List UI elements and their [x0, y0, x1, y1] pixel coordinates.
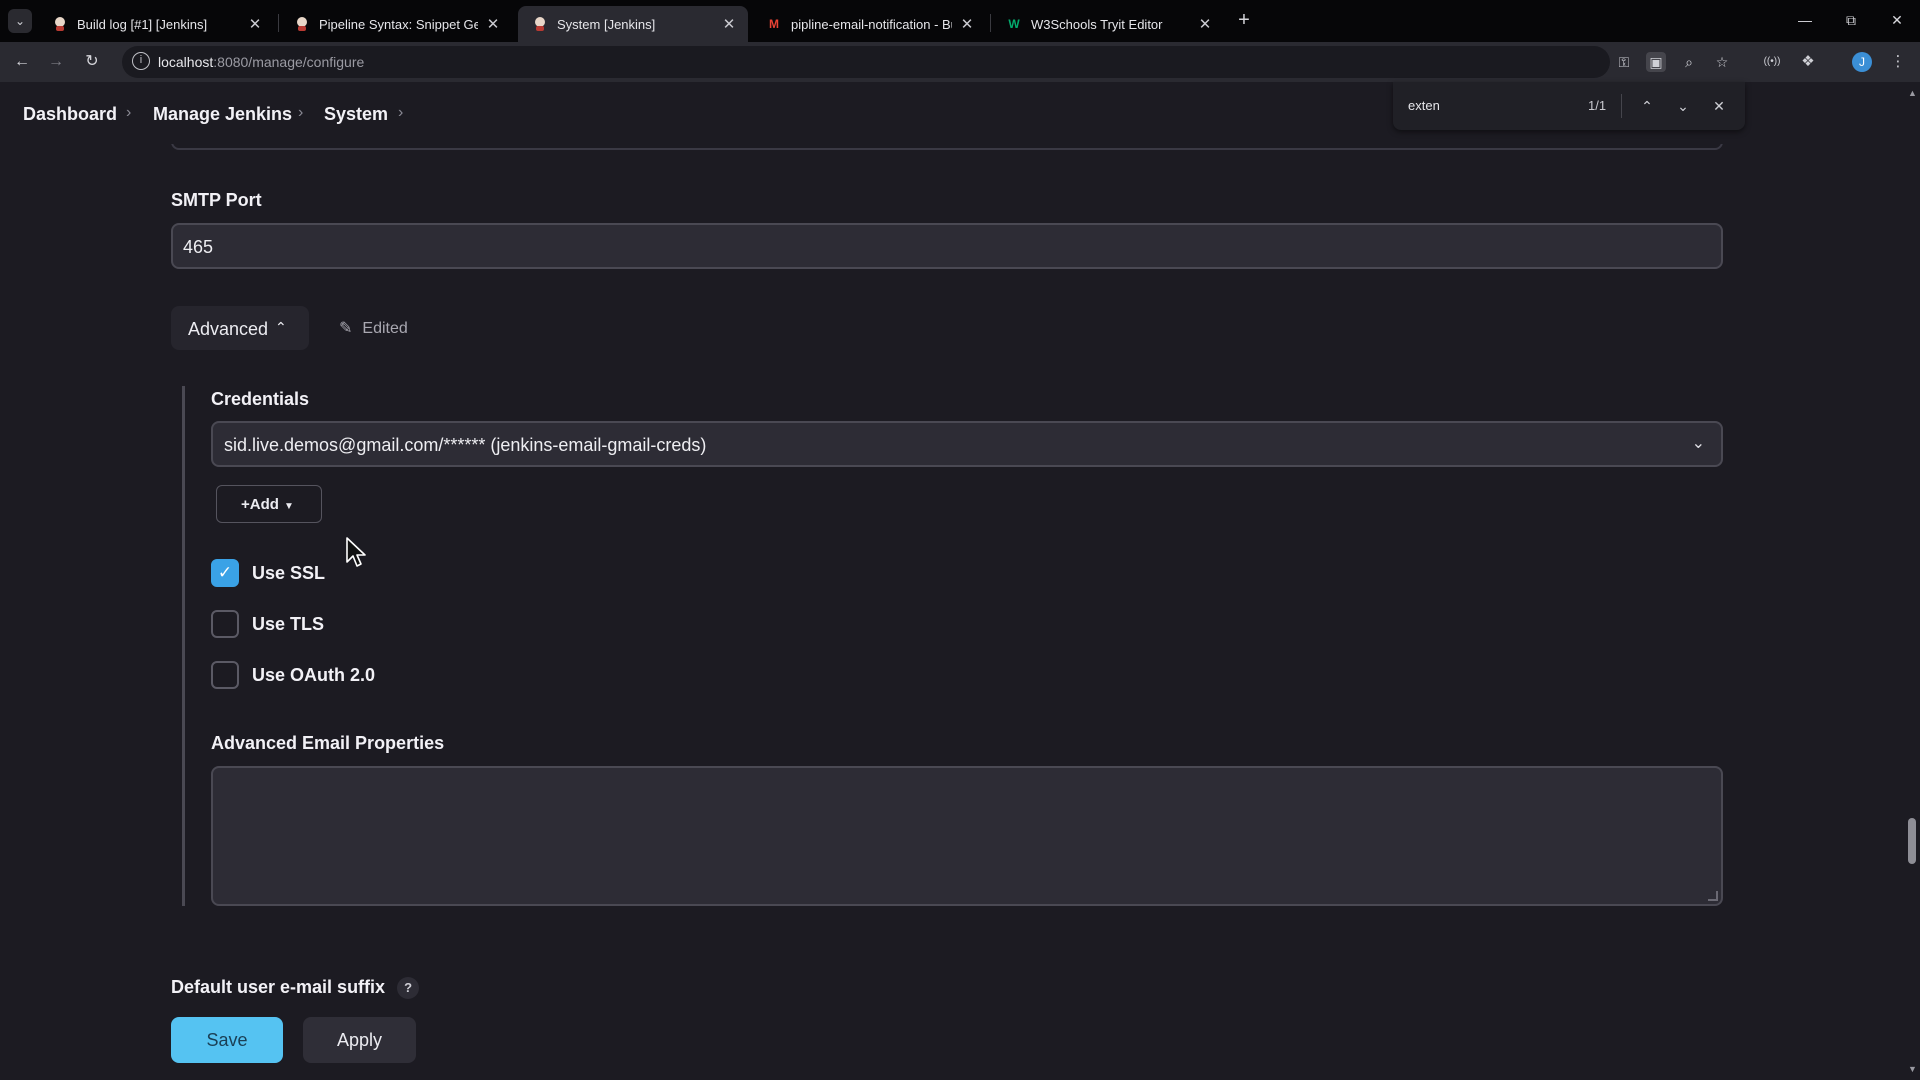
password-key-icon[interactable]: ⚿ — [1614, 52, 1634, 72]
resize-grip-icon[interactable] — [1708, 891, 1718, 901]
site-info-icon[interactable]: i — [132, 52, 150, 70]
smtp-port-label: SMTP Port — [171, 190, 262, 210]
breadcrumb-manage-jenkins[interactable]: Manage Jenkins — [153, 104, 292, 125]
chevron-down-icon: ⌄ — [1691, 435, 1705, 452]
close-icon[interactable]: ✕ — [1196, 15, 1214, 33]
back-arrow-icon[interactable]: ← — [10, 50, 34, 74]
translate-page-icon[interactable]: ▣ — [1646, 52, 1666, 72]
zoom-icon[interactable]: ⌕ — [1679, 52, 1699, 72]
find-input[interactable]: exten — [1408, 98, 1440, 113]
use-tls-label[interactable]: Use TLS — [252, 614, 324, 635]
address-bar[interactable]: i localhost:8080/manage/configure ⚿ ▣ ⌕ … — [122, 46, 1728, 78]
find-in-page-bar: exten 1/1 ⌃ ⌄ ✕ — [1393, 82, 1745, 130]
breadcrumb-system[interactable]: System — [324, 104, 388, 125]
profile-avatar[interactable]: J — [1852, 52, 1872, 72]
credentials-select[interactable]: sid.live.demos@gmail.com/****** (jenkins… — [211, 421, 1723, 467]
advanced-email-properties-textarea[interactable] — [211, 766, 1723, 906]
tab-divider — [278, 14, 279, 32]
smtp-port-input[interactable]: 465 — [171, 223, 1723, 269]
browser-tab-system[interactable]: System [Jenkins] ✕ — [518, 6, 748, 42]
find-divider — [1621, 94, 1622, 118]
extensions-puzzle-icon[interactable]: ❖ — [1796, 50, 1820, 74]
jenkins-icon — [52, 16, 68, 32]
close-icon[interactable]: ✕ — [720, 15, 738, 33]
browser-tab-w3schools[interactable]: W W3Schools Tryit Editor ✕ — [992, 6, 1224, 42]
close-icon[interactable]: ✕ — [484, 15, 502, 33]
scroll-up-arrow-icon[interactable]: ▲ — [1908, 88, 1917, 98]
advanced-section-rule — [182, 386, 185, 906]
tab-divider — [990, 14, 991, 32]
use-ssl-checkbox[interactable]: ✓ — [211, 559, 239, 587]
find-next-icon[interactable]: ⌄ — [1671, 94, 1695, 118]
browser-tab-gmail[interactable]: M pipline-email-notification - Buil ✕ — [752, 6, 986, 42]
pencil-icon: ✎ — [339, 320, 353, 337]
browser-menu-icon[interactable]: ⋮ — [1886, 50, 1910, 74]
tab-search-chevron-icon[interactable]: ⌄ — [8, 9, 32, 33]
breadcrumb-dashboard[interactable]: Dashboard — [23, 104, 117, 125]
close-icon[interactable]: ✕ — [246, 15, 264, 33]
find-close-icon[interactable]: ✕ — [1707, 94, 1731, 118]
mouse-cursor-icon — [346, 537, 366, 567]
edited-indicator: ✎ Edited — [339, 320, 408, 337]
breadcrumb-chevron-icon: › — [298, 104, 304, 121]
advanced-toggle-button[interactable]: Advanced ⌃ — [171, 306, 309, 350]
tab-title: pipline-email-notification - Buil — [791, 16, 952, 32]
browser-tab-build-log[interactable]: Build log [#1] [Jenkins] ✕ — [38, 6, 274, 42]
smtp-port-value: 465 — [183, 237, 214, 257]
credentials-value: sid.live.demos@gmail.com/****** (jenkins… — [224, 435, 707, 455]
tab-title: Build log [#1] [Jenkins] — [77, 16, 208, 32]
advanced-email-properties-label: Advanced Email Properties — [211, 733, 445, 753]
tab-title: System [Jenkins] — [557, 16, 656, 32]
forward-arrow-icon[interactable]: → — [44, 50, 68, 74]
gmail-icon: M — [769, 17, 779, 31]
browser-toolbar: ← → ↻ i localhost:8080/manage/configure … — [0, 42, 1920, 82]
apply-button[interactable]: Apply — [303, 1017, 416, 1063]
scrollbar-thumb[interactable] — [1908, 818, 1916, 864]
save-button[interactable]: Save — [171, 1017, 283, 1063]
bookmark-star-icon[interactable]: ☆ — [1712, 52, 1732, 72]
browser-tab-pipeline-syntax[interactable]: Pipeline Syntax: Snippet Genera ✕ — [280, 6, 512, 42]
tab-title: Pipeline Syntax: Snippet Genera — [319, 16, 478, 32]
minimize-icon[interactable]: — — [1788, 8, 1822, 32]
browser-tab-strip: ⌄ Build log [#1] [Jenkins] ✕ Pipeline Sy… — [0, 0, 1920, 42]
use-tls-checkbox[interactable] — [211, 610, 239, 638]
add-credentials-button[interactable]: +Add ▼ — [216, 485, 322, 523]
use-oauth-checkbox[interactable] — [211, 661, 239, 689]
add-label: Add — [249, 496, 279, 513]
address-url[interactable]: localhost:8080/manage/configure — [158, 54, 364, 70]
default-suffix-row: Default user e-mail suffix? — [171, 977, 420, 1000]
find-previous-icon[interactable]: ⌃ — [1635, 94, 1659, 118]
scroll-down-arrow-icon[interactable]: ▼ — [1908, 1064, 1917, 1074]
caret-down-icon: ▼ — [283, 501, 294, 512]
new-tab-plus-icon[interactable]: + — [1232, 8, 1256, 32]
restore-icon[interactable]: ⧉ — [1834, 8, 1868, 32]
use-ssl-label[interactable]: Use SSL — [252, 563, 325, 584]
default-suffix-label: Default user e-mail suffix — [171, 977, 386, 997]
find-match-count: 1/1 — [1588, 98, 1607, 113]
breadcrumb-chevron-icon: › — [126, 104, 132, 121]
bottom-app-bar — [0, 1006, 1900, 1080]
help-icon[interactable]: ? — [397, 977, 420, 1000]
jenkins-icon — [294, 16, 310, 32]
credentials-label: Credentials — [211, 389, 310, 409]
page-scrollbar[interactable]: ▲ ▼ — [1904, 82, 1920, 1080]
close-icon[interactable]: ✕ — [958, 15, 976, 33]
advanced-label: Advanced — [188, 319, 269, 339]
use-oauth-label[interactable]: Use OAuth 2.0 — [252, 665, 375, 686]
jenkins-icon — [532, 16, 548, 32]
chevron-up-icon: ⌃ — [275, 319, 287, 335]
w3schools-icon: W — [1008, 17, 1020, 31]
media-control-icon[interactable]: ((•)) — [1760, 50, 1784, 74]
plus-icon: + — [241, 496, 250, 513]
window-close-icon[interactable]: ✕ — [1880, 8, 1914, 32]
tab-title: W3Schools Tryit Editor — [1031, 16, 1163, 32]
reload-icon[interactable]: ↻ — [80, 50, 104, 74]
breadcrumb-chevron-icon[interactable]: › — [398, 104, 403, 122]
